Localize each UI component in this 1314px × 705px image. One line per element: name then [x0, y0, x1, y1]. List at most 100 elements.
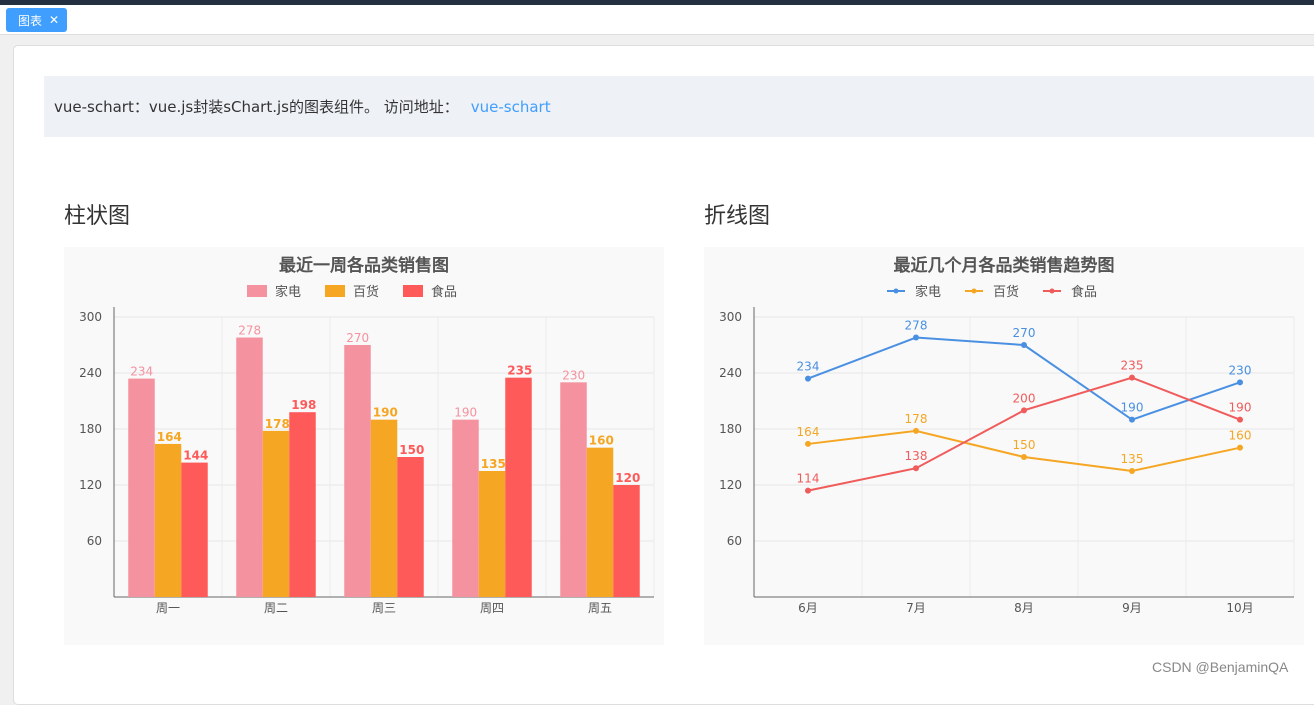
y-tick-label: 300 [719, 310, 742, 324]
legend-label: 食品 [1071, 284, 1097, 300]
legend-label: 百货 [993, 284, 1019, 300]
bar [478, 471, 506, 597]
close-icon[interactable]: ✕ [49, 13, 59, 27]
data-label: 234 [130, 365, 153, 379]
data-label: 150 [1013, 438, 1036, 452]
legend-label: 家电 [275, 284, 301, 300]
x-tick-label: 8月 [1014, 601, 1034, 615]
data-label: 138 [905, 449, 928, 463]
data-label: 150 [399, 443, 424, 457]
data-label: 234 [797, 360, 820, 374]
y-tick-label: 180 [79, 422, 102, 436]
data-point [1129, 374, 1135, 381]
line-chart-container: 最近几个月各品类销售趋势图 家电 百货 食品 60 120 180 240 300 6月 7月 8月 9… [704, 247, 1304, 645]
data-label: 160 [1229, 429, 1252, 443]
y-tick-label: 60 [727, 534, 742, 548]
data-label: 198 [291, 398, 316, 412]
data-label: 164 [797, 425, 820, 439]
bar [505, 377, 532, 597]
bar [236, 337, 263, 597]
data-point [1021, 454, 1027, 460]
x-tick-label: 9月 [1122, 601, 1142, 615]
data-label: 278 [905, 319, 928, 333]
legend-marker [971, 288, 977, 294]
data-point [913, 334, 919, 341]
data-label: 235 [1121, 359, 1144, 373]
info-banner: vue-schart：vue.js封装sChart.js的图表组件。 访问地址：… [44, 76, 1314, 137]
data-label: 135 [1121, 452, 1144, 466]
y-tick-label: 180 [719, 422, 742, 436]
data-label: 190 [1121, 401, 1144, 415]
bar [128, 378, 155, 597]
data-label: 270 [346, 331, 369, 345]
tags-bar: 图表 ✕ [0, 5, 1314, 35]
data-label: 144 [183, 449, 208, 463]
x-tick-label: 周四 [480, 601, 504, 615]
watermark: CSDN @BenjaminQA [1152, 659, 1289, 675]
data-label: 190 [373, 406, 398, 420]
line-chart: 最近几个月各品类销售趋势图家电 百货 食品 60 120 180 240 300 6月 7月 8月 9… [719, 255, 1295, 615]
legend-label: 食品 [431, 284, 457, 300]
x-tick-label: 周五 [588, 601, 612, 615]
data-label: 200 [1013, 391, 1036, 405]
info-text: vue-schart：vue.js封装sChart.js的图表组件。 访问地址： [54, 98, 459, 116]
data-point [1129, 416, 1135, 423]
data-label: 114 [797, 472, 820, 486]
data-label: 230 [1229, 363, 1252, 377]
data-label: 178 [265, 417, 290, 431]
data-label: 190 [454, 406, 477, 420]
bar [452, 419, 479, 597]
y-tick-label: 120 [719, 478, 742, 492]
y-tick-label: 240 [719, 366, 742, 380]
legend-swatch [403, 285, 423, 297]
bar [344, 345, 371, 597]
data-point [1237, 444, 1243, 451]
data-point [1021, 342, 1027, 348]
bar [289, 412, 316, 597]
data-label: 164 [157, 430, 182, 444]
data-point [913, 465, 919, 472]
bar-chart-container: 最近一周各品类销售图 家电 百货 食品 60 120 180 240 300 周一 周二 周三 周四 周五… [64, 247, 664, 645]
x-tick-label: 周一 [156, 601, 180, 615]
bar [154, 443, 182, 597]
data-label: 278 [238, 324, 261, 338]
bar [613, 485, 640, 597]
data-point [805, 375, 811, 382]
x-tick-label: 7月 [906, 601, 926, 615]
line-section-title: 折线图 [704, 204, 771, 229]
data-point [913, 427, 919, 434]
legend-label: 百货 [353, 284, 379, 300]
legend-swatch [247, 285, 267, 297]
data-point [805, 487, 811, 494]
data-point [1021, 407, 1027, 414]
bar-section-title: 柱状图 [64, 204, 131, 229]
y-tick-label: 120 [79, 478, 102, 492]
vue-schart-link[interactable]: vue-schart [471, 98, 551, 116]
data-label: 160 [589, 434, 614, 448]
chart-title: 最近几个月各品类销售趋势图 [894, 255, 1115, 276]
bar [586, 447, 614, 597]
bar-chart: 最近一周各品类销售图家电 百货 食品 60 120 180 240 300 周一 周二 周三 周四 周五… [79, 255, 655, 615]
bar [397, 457, 424, 597]
tab-label: 图表 [18, 13, 43, 28]
data-label: 135 [481, 457, 506, 471]
data-point [1237, 416, 1243, 423]
data-label: 235 [507, 364, 532, 378]
x-tick-label: 周二 [264, 601, 288, 615]
y-tick-label: 240 [79, 366, 102, 380]
legend-marker [893, 288, 899, 294]
bar [370, 419, 398, 597]
data-label: 178 [905, 412, 928, 426]
bar [181, 462, 208, 597]
y-tick-label: 300 [79, 310, 102, 324]
tab-charts[interactable]: 图表 ✕ [6, 8, 68, 32]
data-label: 190 [1229, 401, 1252, 415]
data-point [1237, 379, 1243, 386]
data-label: 270 [1013, 326, 1036, 340]
data-label: 230 [562, 368, 585, 382]
data-point [1129, 468, 1135, 474]
bar [262, 430, 290, 597]
y-tick-label: 60 [87, 534, 102, 548]
x-tick-label: 周三 [372, 601, 396, 615]
x-tick-label: 10月 [1226, 601, 1253, 615]
